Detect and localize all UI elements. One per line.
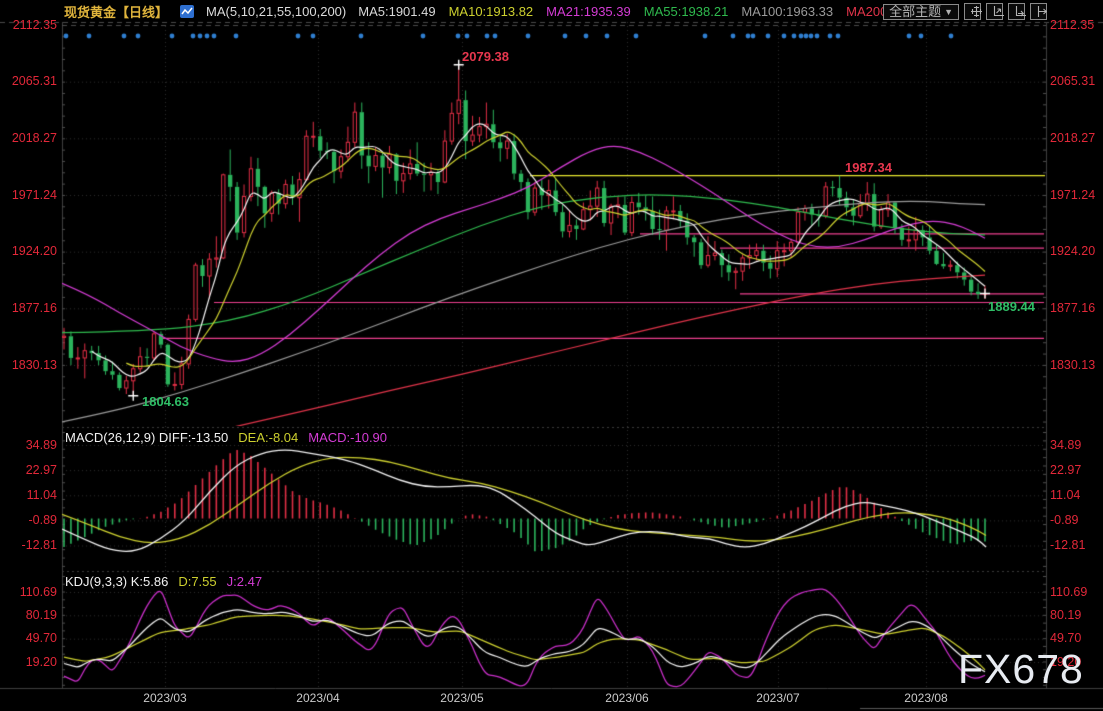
kdj-indicator-header[interactable]: KDJ(9,3,3) K:5.86 D:7.55 J:2.47: [65, 574, 262, 589]
ma-value: MA55:1938.21: [644, 4, 729, 19]
price-axis-tick-right: 2018.27: [1050, 131, 1095, 146]
fx678-watermark: FX678: [958, 646, 1084, 693]
price-axis-tick-right: 1971.24: [1050, 188, 1095, 203]
macd-axis-tick-left: 22.97: [0, 463, 57, 478]
axis-scale-icon: [993, 6, 1004, 17]
low-label: 1804.63: [142, 394, 189, 409]
price-axis-tick-left: 2065.31: [0, 74, 57, 89]
themes-dropdown-button[interactable]: 全部主题 ▼: [883, 4, 959, 20]
chart-toolbar: 全部主题 ▼: [883, 3, 1047, 20]
macd-axis-tick-right: 22.97: [1050, 463, 1081, 478]
indicator-value-label: J:2.47: [227, 574, 262, 589]
macd-axis-tick-right: -0.89: [1050, 513, 1079, 528]
symbol-name: 现货黄金: [64, 5, 116, 20]
ma-value: MA21:1935.39: [546, 4, 631, 19]
move-icon: [971, 6, 982, 17]
axis-arrow-icon: [1015, 6, 1026, 17]
indicator-value-label: KDJ(9,3,3) K:5.86: [65, 574, 168, 589]
last-price-label: 1889.44: [988, 299, 1035, 314]
price-axis-tick-left: 1830.13: [0, 358, 57, 373]
kdj-axis-tick-right: 49.70: [1050, 631, 1081, 646]
price-axis-tick-left: 2112.35: [0, 18, 57, 33]
macd-axis-tick-left: 11.04: [0, 488, 57, 503]
kdj-axis-tick-left: 49.70: [0, 631, 57, 646]
pan-tool-button[interactable]: [964, 3, 981, 20]
kdj-axis-tick-right: 80.19: [1050, 608, 1081, 623]
macd-axis-tick-right: -12.81: [1050, 538, 1085, 553]
x-axis-month-label: 2023/04: [283, 691, 353, 705]
chart-canvas[interactable]: [0, 0, 1103, 711]
price-axis-tick-right: 1924.20: [1050, 244, 1095, 259]
macd-axis-tick-right: 11.04: [1050, 488, 1080, 503]
macd-axis-tick-left: -0.89: [0, 513, 57, 528]
macd-axis-tick-left: -12.81: [0, 538, 57, 553]
dropdown-arrow-icon: ▼: [944, 4, 953, 20]
indicator-value-label: MACD(26,12,9) DIFF:-13.50: [65, 430, 228, 445]
macd-axis-tick-right: 34.89: [1050, 438, 1081, 453]
ma-value: MA10:1913.82: [449, 4, 534, 19]
high-label: 2079.38: [462, 49, 509, 64]
trading-chart-window: 现货黄金【日线】 MA(5,10,21,55,100,200) MA5:1901…: [0, 0, 1103, 711]
price-axis-tick-right: 1877.16: [1050, 301, 1095, 316]
x-axis-month-label: 2023/03: [130, 691, 200, 705]
indicator-value-label: D:7.55: [178, 574, 216, 589]
chart-type-icon[interactable]: [180, 5, 194, 18]
period-tag: 【日线】: [116, 5, 168, 20]
macd-indicator-header[interactable]: MACD(26,12,9) DIFF:-13.50 DEA:-8.04 MACD:-…: [65, 430, 387, 445]
ma-value: MA5:1901.49: [358, 4, 435, 19]
kdj-axis-tick-left: 80.19: [0, 608, 57, 623]
price-axis-tick-right: 1830.13: [1050, 358, 1095, 373]
reset-scale-button[interactable]: [1030, 3, 1047, 20]
resistance-label: 1987.34: [845, 160, 892, 175]
symbol-title[interactable]: 现货黄金【日线】: [64, 2, 168, 21]
price-axis-tick-left: 1877.16: [0, 301, 57, 316]
price-axis-tick-left: 1971.24: [0, 188, 57, 203]
macd-axis-tick-left: 34.89: [0, 438, 57, 453]
x-axis-month-label: 2023/08: [891, 691, 961, 705]
ma-value: MA100:1963.33: [741, 4, 833, 19]
price-axis-tick-right: 2065.31: [1050, 74, 1095, 89]
price-axis-tick-right: 2112.35: [1050, 18, 1094, 33]
value-axis-scale-button[interactable]: [986, 3, 1003, 20]
chart-header: 现货黄金【日线】 MA(5,10,21,55,100,200) MA5:1901…: [64, 2, 931, 20]
expand-axis-icon: [1037, 6, 1048, 17]
kdj-axis-tick-right: 110.69: [1050, 585, 1087, 600]
time-axis-scale-button[interactable]: [1008, 3, 1025, 20]
indicator-value-label: DEA:-8.04: [238, 430, 298, 445]
kdj-axis-tick-left: 110.69: [0, 585, 57, 600]
x-axis-month-label: 2023/05: [427, 691, 497, 705]
indicator-value-label: MACD:-10.90: [308, 430, 387, 445]
ma-values-legend: MA5:1901.49 MA10:1913.82 MA21:1935.39 MA55:…: [358, 4, 930, 19]
ma-settings-label[interactable]: MA(5,10,21,55,100,200): [206, 4, 346, 19]
x-axis-month-label: 2023/07: [743, 691, 813, 705]
kdj-axis-tick-left: 19.20: [0, 655, 57, 670]
themes-dropdown-label: 全部主题: [889, 4, 941, 20]
price-axis-tick-left: 2018.27: [0, 131, 57, 146]
price-axis-tick-left: 1924.20: [0, 244, 57, 259]
x-axis-month-label: 2023/06: [592, 691, 662, 705]
